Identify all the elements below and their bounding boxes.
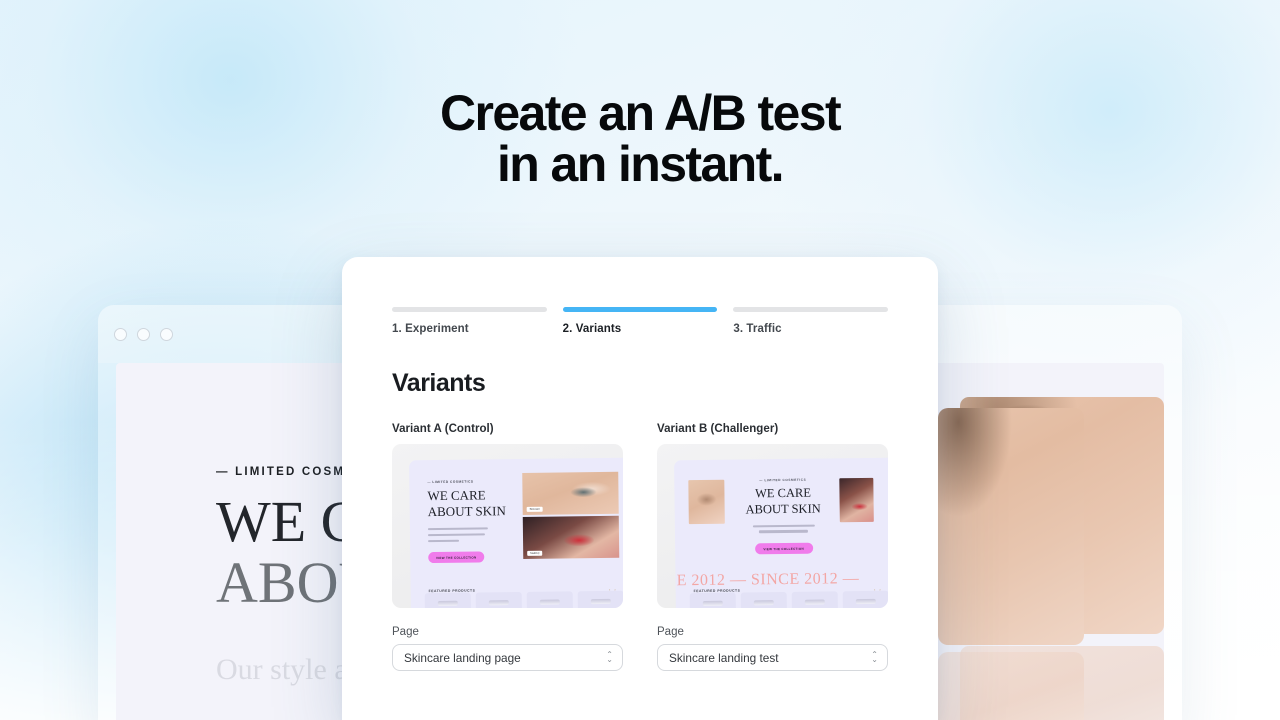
variant-b-page-select[interactable]: Skincare landing test ⌃ ⌄ — [657, 644, 888, 671]
variant-a-page-field: Page Skincare landing page ⌃ ⌄ — [392, 626, 623, 671]
step-experiment-label: 1. Experiment — [392, 323, 469, 335]
step-variants-bar — [562, 307, 718, 312]
headline-line-2: in an instant. — [497, 136, 785, 192]
minimize-dot-icon[interactable] — [137, 327, 150, 341]
variant-b-label: Variant B (Challenger) — [657, 423, 779, 435]
variant-b-preview-eyebrow: — LIMITED COSMETICS — [759, 477, 807, 483]
variant-a-preview-tag-top: Skincare — [526, 506, 543, 512]
stepper-chevron-icon: ⌃ ⌄ — [871, 649, 878, 664]
variant-a-preview-body — [427, 527, 488, 545]
variant-a-preview-product-cards — [424, 590, 623, 608]
variant-b-preview-title-1: WE CARE — [754, 485, 812, 501]
variant-b-page-label: Page — [657, 626, 684, 638]
step-variants-label: 2. Variants — [562, 323, 622, 335]
hero-stage: Create an A/B test in an instant. — LIMI… — [0, 0, 1280, 720]
step-experiment-bar — [392, 307, 547, 312]
wizard-stepper: 1. Experiment 2. Variants 3. Traffic — [392, 307, 889, 335]
step-experiment[interactable]: 1. Experiment — [392, 307, 547, 335]
variant-a: Variant A (Control) — LIMITED COSMETICS … — [392, 423, 623, 671]
variant-b: Variant B (Challenger) — LIMITED COSMETI… — [657, 423, 888, 671]
variant-a-preview[interactable]: — LIMITED COSMETICS WE CARE ABOUT SKIN V… — [392, 444, 623, 608]
step-traffic[interactable]: 3. Traffic — [733, 307, 889, 335]
step-traffic-bar — [733, 307, 889, 312]
variant-b-preview-photo-left — [688, 479, 725, 525]
maximize-dot-icon[interactable] — [160, 327, 173, 341]
step-variants[interactable]: 2. Variants — [562, 307, 718, 335]
headline-line-1: Create an A/B test — [439, 85, 842, 141]
variant-b-preview-cta: VIEW THE COLLECTION — [754, 542, 813, 555]
page-title: Create an A/B test in an instant. — [0, 88, 1280, 190]
variant-a-preview-tag-bottom: Makeup — [527, 550, 543, 556]
variant-a-preview-title-2: ABOUT SKIN — [427, 503, 506, 519]
variant-b-preview[interactable]: — LIMITED COSMETICS WE CARE ABOUT SKIN V… — [657, 444, 888, 608]
side-photo-skin-closeup — [938, 408, 1084, 645]
variant-b-preview-title: WE CARE ABOUT SKIN — [745, 485, 821, 518]
variant-a-preview-title-1: WE CARE — [427, 487, 486, 504]
variant-a-page-label: Page — [392, 626, 419, 638]
close-dot-icon[interactable] — [114, 327, 127, 341]
variant-b-preview-body — [752, 524, 815, 537]
variant-b-preview-product-cards — [689, 590, 888, 608]
variant-a-label: Variant A (Control) — [392, 423, 494, 435]
variants-row: Variant A (Control) — LIMITED COSMETICS … — [392, 423, 888, 671]
product-card — [475, 591, 522, 608]
product-card — [689, 592, 736, 608]
stepper-chevron-icon: ⌃ ⌄ — [606, 649, 613, 664]
variant-a-preview-photo-eye: Skincare — [522, 471, 619, 515]
side-photo-secondary — [938, 652, 1084, 720]
variant-a-preview-title: WE CARE ABOUT SKIN — [427, 487, 506, 520]
variant-b-preview-title-2: ABOUT SKIN — [745, 501, 821, 516]
product-card — [424, 592, 471, 608]
product-card — [842, 590, 888, 608]
variant-a-preview-page: — LIMITED COSMETICS WE CARE ABOUT SKIN V… — [409, 457, 623, 608]
variant-a-page-value: Skincare landing page — [404, 650, 521, 665]
variant-a-page-select[interactable]: Skincare landing page ⌃ ⌄ — [392, 644, 623, 671]
modal-heading: Variants — [392, 369, 486, 397]
product-card — [740, 591, 787, 608]
variant-b-preview-page: — LIMITED COSMETICS WE CARE ABOUT SKIN V… — [674, 457, 888, 608]
create-ab-test-modal: 1. Experiment 2. Variants 3. Traffic Var… — [342, 257, 938, 720]
product-card — [526, 591, 573, 608]
variant-a-preview-eyebrow: — LIMITED COSMETICS — [427, 479, 474, 485]
variant-b-page-value: Skincare landing test — [669, 650, 779, 665]
product-card — [577, 590, 623, 608]
step-traffic-label: 3. Traffic — [733, 323, 782, 335]
variant-b-page-field: Page Skincare landing test ⌃ ⌄ — [657, 626, 888, 671]
variant-a-preview-cta: VIEW THE COLLECTION — [428, 551, 485, 564]
variant-a-preview-photo-lips: Makeup — [522, 515, 620, 559]
product-card — [791, 591, 838, 608]
variant-b-preview-photo-right — [839, 477, 874, 523]
